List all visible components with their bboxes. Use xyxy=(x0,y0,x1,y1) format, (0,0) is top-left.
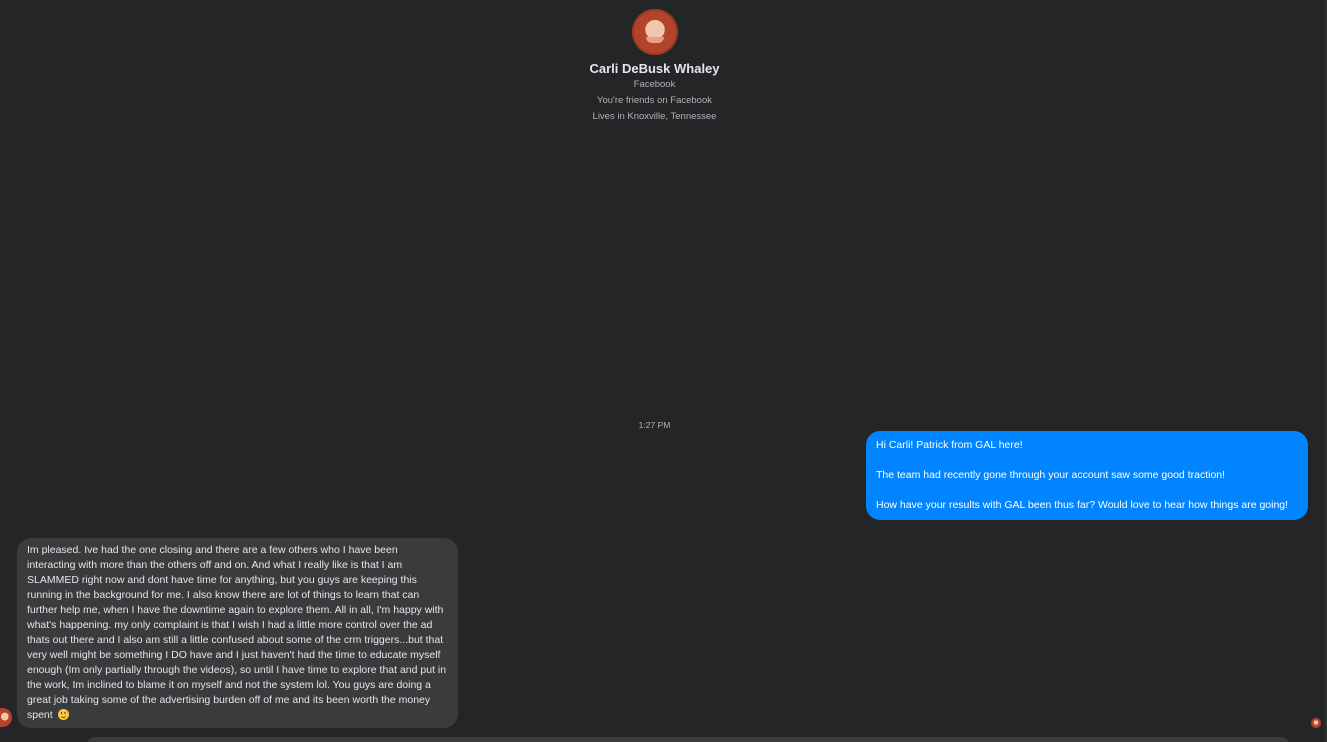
outgoing-message-paragraph: The team had recently gone through your … xyxy=(876,469,1226,481)
sender-avatar[interactable] xyxy=(0,708,12,727)
incoming-message-bubble[interactable]: Im pleased. Ive had the one closing and … xyxy=(17,538,458,728)
contact-friendship-status: You're friends on Facebook xyxy=(596,95,712,106)
slightly-smiling-face-icon xyxy=(57,709,69,720)
messenger-conversation: Carli DeBusk Whaley Facebook You're frie… xyxy=(0,0,1327,742)
contact-name[interactable]: Carli DeBusk Whaley xyxy=(0,61,1309,77)
outgoing-message-paragraph: Hi Carli! Patrick from GAL here! xyxy=(876,439,1023,451)
outgoing-message-paragraph: How have your results with GAL been thus… xyxy=(876,499,1289,511)
contact-platform: Facebook xyxy=(633,79,676,90)
message-composer[interactable] xyxy=(88,737,1288,742)
incoming-message-text: Im pleased. Ive had the one closing and … xyxy=(27,544,447,721)
message-timestamp: 1:27 PM xyxy=(638,420,671,430)
contact-header: Carli DeBusk Whaley Facebook You're frie… xyxy=(0,9,1309,125)
contact-location: Lives in Knoxville, Tennessee xyxy=(592,111,717,122)
read-receipt-avatar xyxy=(1311,718,1321,728)
contact-avatar[interactable] xyxy=(631,9,678,55)
outgoing-message-bubble[interactable]: Hi Carli! Patrick from GAL here! The tea… xyxy=(866,431,1308,520)
